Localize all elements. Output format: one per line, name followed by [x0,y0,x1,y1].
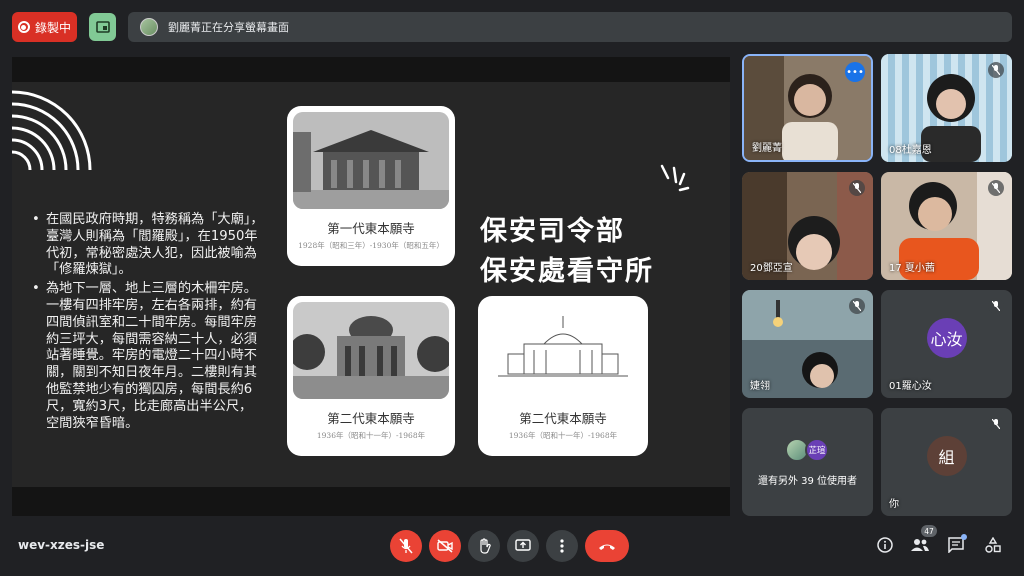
card-caption: 第二代東本願寺 [327,411,415,426]
card-caption: 第二代東本願寺 [519,411,607,426]
record-icon [17,21,30,33]
info-icon [877,537,893,553]
meeting-details-button[interactable] [874,534,896,556]
more-options-icon[interactable]: ••• [845,62,865,82]
others-avatar: 芷瑄 [805,438,829,462]
participant-name: 17 夏小茜 [889,263,935,274]
recording-indicator[interactable]: 錄製中 [12,12,77,42]
camera-off-icon [437,539,453,553]
muted-icon [988,298,1004,314]
chat-button[interactable] [945,534,967,556]
card-date: 1928年（昭和三年）-1930年（昭和五年） [298,241,444,250]
drawing-card-second-temple: 第二代東本願寺 1936年（昭和十一年）-1968年 [478,296,648,456]
temple-photo [293,112,449,209]
sparkle-lines [660,164,690,192]
photo-card-first-temple: 第一代東本願寺 1928年（昭和三年）-1930年（昭和五年） [287,106,455,266]
slide-bullets: 在國民政府時期，特務稱為「大廟」，臺灣人則稱為「閻羅殿」，在1950年代初，常秘… [32,212,264,434]
slide-title-line: 保安司令部 [480,216,625,247]
self-avatar: 組 [926,436,967,476]
participant-name: 20鄧亞宣 [750,263,793,274]
slide-title: 保安司令部 保安處看守所 [480,212,654,292]
participant-avatar: 心汝 [926,318,967,358]
participant-tile[interactable]: 心汝 01羅心汝 [881,290,1012,398]
temple-photo [293,302,449,399]
participant-name: 婕翎 [750,381,770,392]
others-tile[interactable]: 芷瑄 還有另外 39 位使用者 [742,408,873,516]
bullet-item: 為地下一層、地上三層的木柵牢房。一樓有四排牢房，左右各兩排，約有四間偵訊室和二十… [32,281,264,432]
leave-call-button[interactable] [585,530,629,562]
hand-icon [480,538,491,554]
stage-top-band [12,57,730,82]
participant-tile[interactable]: 婕翎 [742,290,873,398]
slide-title-line: 保安處看守所 [480,256,654,287]
present-screen-button[interactable] [89,13,116,41]
muted-icon [849,298,865,314]
recording-label: 錄製中 [34,20,71,35]
stage-bottom-band [12,487,730,516]
more-vert-icon [560,539,564,553]
people-count-badge: 47 [921,525,937,537]
participant-tile[interactable]: 17 夏小茜 [881,172,1012,280]
muted-icon [988,62,1004,78]
presenter-avatar [140,18,158,36]
people-button[interactable] [909,534,931,556]
temple-drawing [484,302,642,399]
camera-toggle-button[interactable] [429,530,461,562]
participant-name: 01羅心汝 [889,381,932,392]
chat-notification-dot [961,534,967,540]
present-icon [95,21,110,33]
muted-icon [849,180,865,196]
participant-tile[interactable]: 08杜嘉恩 [881,54,1012,162]
others-count-text: 還有另外 39 位使用者 [757,476,858,487]
hang-up-icon [599,544,615,550]
participant-name: 08杜嘉恩 [889,145,932,156]
people-icon [911,539,929,551]
present-now-button[interactable] [507,530,539,562]
self-tile[interactable]: 組 你 [881,408,1012,516]
participant-name: 你 [889,499,899,510]
muted-icon [988,180,1004,196]
activities-button[interactable] [982,534,1004,556]
more-options-button[interactable] [546,530,578,562]
participant-tile[interactable]: 20鄧亞宣 [742,172,873,280]
presenting-text: 劉麗菁正在分享螢幕畫面 [168,21,289,34]
bullet-item: 在國民政府時期，特務稱為「大廟」，臺灣人則稱為「閻羅殿」，在1950年代初，常秘… [32,212,264,279]
meet-window: 錄製中 劉麗菁正在分享螢幕畫面 在國民政府時期，特務稱為「大廟」，臺灣人則稱為「 [0,0,1024,576]
shared-screen: 在國民政府時期，特務稱為「大廟」，臺灣人則稱為「閻羅殿」，在1950年代初，常秘… [12,57,730,516]
decorative-arcs [12,90,92,171]
mic-off-icon [399,538,413,554]
participant-name: 劉麗菁 [752,143,782,154]
presentation-slide: 在國民政府時期，特務稱為「大廟」，臺灣人則稱為「閻羅殿」，在1950年代初，常秘… [12,82,730,487]
photo-card-second-temple: 第二代東本願寺 1936年（昭和十一年）-1968年 [287,296,455,456]
card-date: 1936年（昭和十一年）-1968年 [508,431,618,440]
mic-toggle-button[interactable] [390,530,422,562]
meeting-code: wev-xzes-jse [18,538,105,552]
presenting-banner[interactable]: 劉麗菁正在分享螢幕畫面 [128,12,1012,42]
raise-hand-button[interactable] [468,530,500,562]
card-caption: 第一代東本願寺 [327,221,415,236]
card-date: 1936年（昭和十一年）-1968年 [316,431,426,440]
muted-icon [988,416,1004,432]
participant-tile[interactable]: ••• 劉麗菁 [742,54,873,162]
present-screen-icon [515,539,531,551]
activities-icon [985,537,1001,553]
